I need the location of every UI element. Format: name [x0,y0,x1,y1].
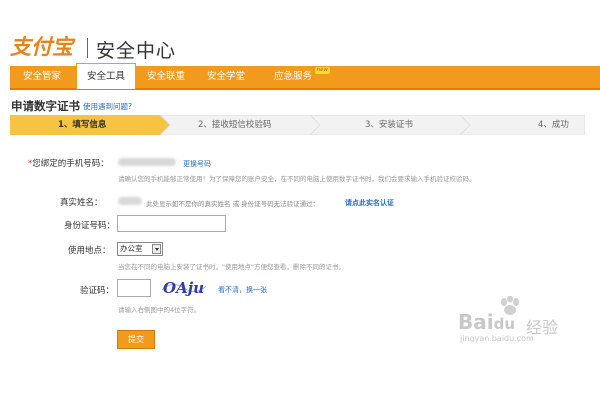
step-2-label: 2、接收短信校验码 [198,120,272,130]
nav-item-emergency-service[interactable]: 应急服务 new [258,66,330,90]
watermark-url: jingyan.baidu.com [460,334,534,343]
nav-item-label: 安全工具 [86,71,125,82]
nav-item-security-school[interactable]: 安全学堂 [196,66,256,90]
logo-separator [87,38,88,58]
real-name-verify-link[interactable]: 请点此实名认证 [345,198,394,208]
location-label: 使用地点： [68,246,111,256]
nav-item-security-manager[interactable]: 安全管家 [14,66,70,90]
nav-item-label: 应急服务 [273,71,312,82]
watermark-brand-text: Bai [458,310,494,334]
header: 支付宝 安全中心 [0,0,600,64]
help-link[interactable]: 使用遇到问题? [83,101,132,112]
captcha-text: OAju [163,279,204,297]
phone-hint: 请确认您的手机能够正常使用！为了保障您的账户安全，在不同的电脑上使用数字证书时，… [118,175,476,183]
phone-number-masked [118,158,176,166]
id-number-input[interactable] [117,215,226,232]
nav-item-security-contact[interactable]: 安全联重 [138,66,194,90]
change-phone-link[interactable]: 更换号码 [183,159,211,169]
location-selected-value: 办公室 [120,244,143,253]
phone-label: *您绑定的手机号码： [28,157,109,169]
svg-text:支付宝: 支付宝 [10,34,76,58]
captcha-input[interactable] [117,279,151,297]
captcha-image[interactable]: OAju [160,276,208,298]
nav-item-label: 安全联重 [146,71,185,82]
chevron-down-icon[interactable] [152,244,161,254]
nav-item-label: 安全学堂 [206,71,245,82]
step-1-label: 1、填写信息 [58,120,107,130]
location-select[interactable]: 办公室 [117,242,163,256]
phone-label-text: 您绑定的手机号码： [32,159,109,169]
baidu-jingyan-watermark: Baidu 经验 jingyan.baidu.com [456,296,596,344]
captcha-hint: 请输入右侧图中的4位字符。 [118,306,201,314]
nav-item-security-tools[interactable]: 安全工具 [76,63,136,89]
captcha-label: 验证码： [80,286,115,296]
progress-steps: 1、填写信息 2、接收短信校验码 3、安装证书 4、成功 [10,115,585,135]
step-4-label: 4、成功 [538,120,569,130]
real-name-masked [118,197,142,205]
page-title: 申请数字证书 [11,99,80,113]
real-name-hint: 此处显示如不是你的真实姓名 或 身份证号码无法验证通过： [146,200,320,208]
main-nav: 安全管家 安全工具 安全联重 安全学堂 应急服务 new [10,63,600,90]
submit-button[interactable]: 提交 [117,330,155,349]
nav-item-label: 安全管家 [22,71,61,82]
step-3-label: 3、安装证书 [365,120,413,130]
id-number-label: 身份证号码： [64,221,116,231]
site-title: 安全中心 [96,40,177,62]
captcha-refresh-link[interactable]: 看不清，换一张 [218,285,267,295]
real-name-label: 真实姓名： [60,198,103,208]
watermark-brand-suffix: du [493,315,516,333]
new-badge: new [314,67,330,74]
location-hint: 当您在不同的电脑上安装了证书时，"使用地点"方便您查看，删除不同的证书。 [118,263,345,271]
watermark-brand: Baidu [458,310,515,334]
alipay-logo[interactable]: 支付宝 [10,34,76,58]
